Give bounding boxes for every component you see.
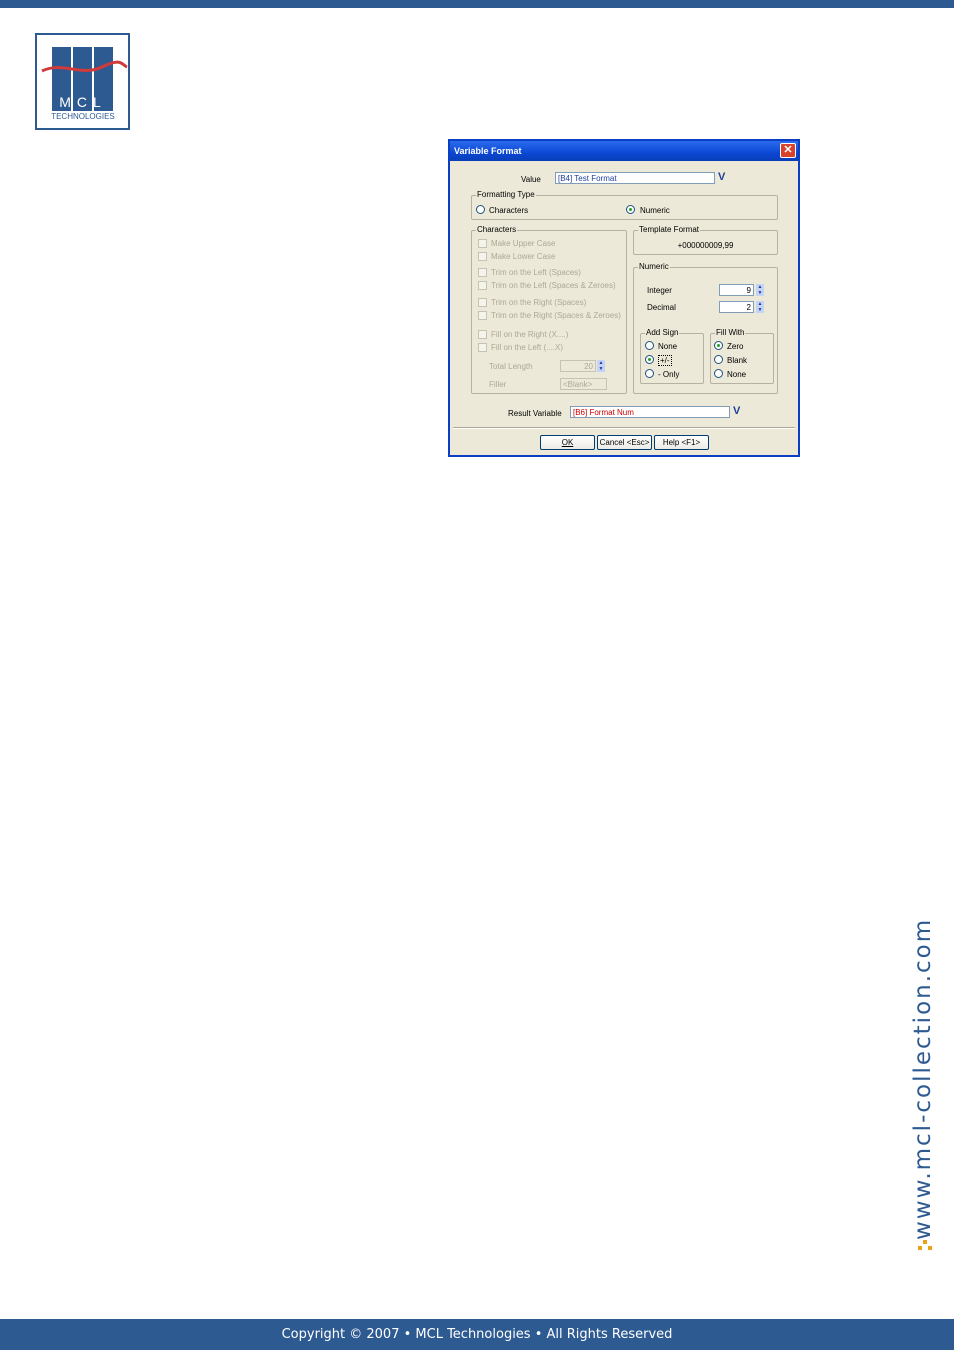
add-sign-minus-only-label: - Only	[658, 370, 680, 379]
fill-none-label: None	[727, 370, 747, 379]
result-variable-label: Result Variable	[508, 409, 562, 418]
formatting-type-group: Formatting Type Characters Numeric	[471, 190, 778, 220]
characters-group-label: Characters	[476, 225, 518, 234]
add-sign-plus-minus-label: +/-	[658, 355, 672, 366]
logo-subtext: TECHNOLOGIES	[51, 112, 115, 121]
decimal-label: Decimal	[647, 303, 676, 312]
ok-button[interactable]: OK	[540, 435, 595, 450]
make-lower-checkbox[interactable]	[478, 252, 487, 261]
template-format-value: +000000009,99	[677, 241, 734, 250]
value-picker-icon[interactable]: V	[718, 171, 725, 183]
fill-zero-radio[interactable]	[714, 341, 723, 350]
dialog-titlebar: Variable Format ✕	[450, 141, 798, 161]
total-length-label: Total Length	[489, 362, 533, 371]
add-sign-none-label: None	[658, 342, 678, 351]
characters-group: Characters Make Upper Case Make Lower Ca…	[471, 225, 627, 394]
dialog-title: Variable Format	[454, 146, 522, 156]
trim-right-spaces-checkbox[interactable]	[478, 298, 487, 307]
total-length-stepper[interactable]: ▲ ▼	[597, 360, 605, 372]
make-lower-label: Make Lower Case	[491, 252, 556, 261]
add-sign-label: Add Sign	[645, 328, 680, 337]
trim-right-spaces-label: Trim on the Right (Spaces)	[491, 298, 587, 307]
radio-characters[interactable]	[476, 205, 485, 214]
help-button[interactable]: Help <F1>	[654, 435, 709, 450]
fill-with-label: Fill With	[715, 328, 746, 337]
spin-down-icon: ▼	[756, 290, 764, 296]
trim-left-zeroes-checkbox[interactable]	[478, 281, 487, 290]
top-bar	[0, 0, 954, 8]
add-sign-minus-only-radio[interactable]	[645, 369, 654, 378]
add-sign-plus-minus-radio[interactable]	[645, 355, 654, 364]
filler-select[interactable]: <Blank>	[560, 378, 607, 390]
result-variable-field[interactable]: [B6] Format Num	[570, 406, 730, 418]
fill-zero-label: Zero	[727, 342, 744, 351]
fill-none-radio[interactable]	[714, 369, 723, 378]
total-length-field[interactable]: 20	[560, 360, 596, 372]
characters-option-label: Characters	[489, 206, 529, 215]
add-sign-group: Add Sign None +/- - Only	[640, 328, 704, 384]
integer-stepper[interactable]: ▲ ▼	[756, 284, 764, 296]
trim-left-spaces-checkbox[interactable]	[478, 268, 487, 277]
template-format-label: Template Format	[638, 225, 701, 234]
trim-left-zeroes-label: Trim on the Left (Spaces & Zeroes)	[491, 281, 616, 290]
filler-label: Filler	[489, 380, 507, 389]
trim-left-spaces-label: Trim on the Left (Spaces)	[491, 268, 581, 277]
mcl-logo-icon: MCL TECHNOLOGIES	[41, 47, 128, 121]
value-label: Value	[521, 175, 541, 184]
numeric-group: Numeric Integer 9 ▲ ▼ Decimal 2 ▲ ▼ Add Si…	[633, 262, 778, 394]
fill-right-checkbox[interactable]	[478, 330, 487, 339]
mcl-logo: MCL TECHNOLOGIES	[35, 33, 130, 130]
template-format-group: Template Format +000000009,99	[633, 225, 778, 255]
make-upper-label: Make Upper Case	[491, 239, 556, 248]
make-upper-checkbox[interactable]	[478, 239, 487, 248]
side-url-text: www.mcl-collection.com	[910, 917, 936, 1240]
numeric-option-label: Numeric	[640, 206, 670, 215]
spin-down-icon: ▼	[756, 307, 764, 313]
fill-blank-radio[interactable]	[714, 355, 723, 364]
radio-numeric[interactable]	[626, 205, 635, 214]
fill-with-group: Fill With Zero Blank None	[710, 328, 774, 384]
close-icon: ✕	[783, 144, 793, 156]
decimal-field[interactable]: 2	[719, 301, 754, 313]
numeric-group-label: Numeric	[638, 262, 670, 271]
trim-right-zeroes-label: Trim on the Right (Spaces & Zeroes)	[491, 311, 621, 320]
orange-dots-icon	[918, 1240, 932, 1250]
fill-left-label: Fill on the Left (....X)	[491, 343, 564, 352]
close-button[interactable]: ✕	[780, 143, 796, 158]
fill-right-label: Fill on the Right (X....)	[491, 330, 569, 339]
footer: Copyright © 2007 • MCL Technologies • Al…	[0, 1319, 954, 1350]
add-sign-none-radio[interactable]	[645, 341, 654, 350]
fill-blank-label: Blank	[727, 356, 748, 365]
spin-down-icon: ▼	[597, 366, 605, 372]
decimal-stepper[interactable]: ▲ ▼	[756, 301, 764, 313]
value-field[interactable]: [B4] Test Format	[555, 172, 715, 184]
integer-field[interactable]: 9	[719, 284, 754, 296]
fill-left-checkbox[interactable]	[478, 343, 487, 352]
integer-label: Integer	[647, 286, 672, 295]
formatting-type-label: Formatting Type	[476, 190, 536, 199]
logo-text: MCL	[59, 94, 107, 110]
result-picker-icon[interactable]: V	[733, 405, 740, 417]
trim-right-zeroes-checkbox[interactable]	[478, 311, 487, 320]
cancel-button[interactable]: Cancel <Esc>	[597, 435, 652, 450]
dialog-separator	[453, 427, 795, 429]
copyright-text: Copyright © 2007 • MCL Technologies • Al…	[281, 1327, 673, 1342]
variable-format-dialog: Variable Format ✕ Value [B4] Test Format…	[448, 139, 800, 457]
